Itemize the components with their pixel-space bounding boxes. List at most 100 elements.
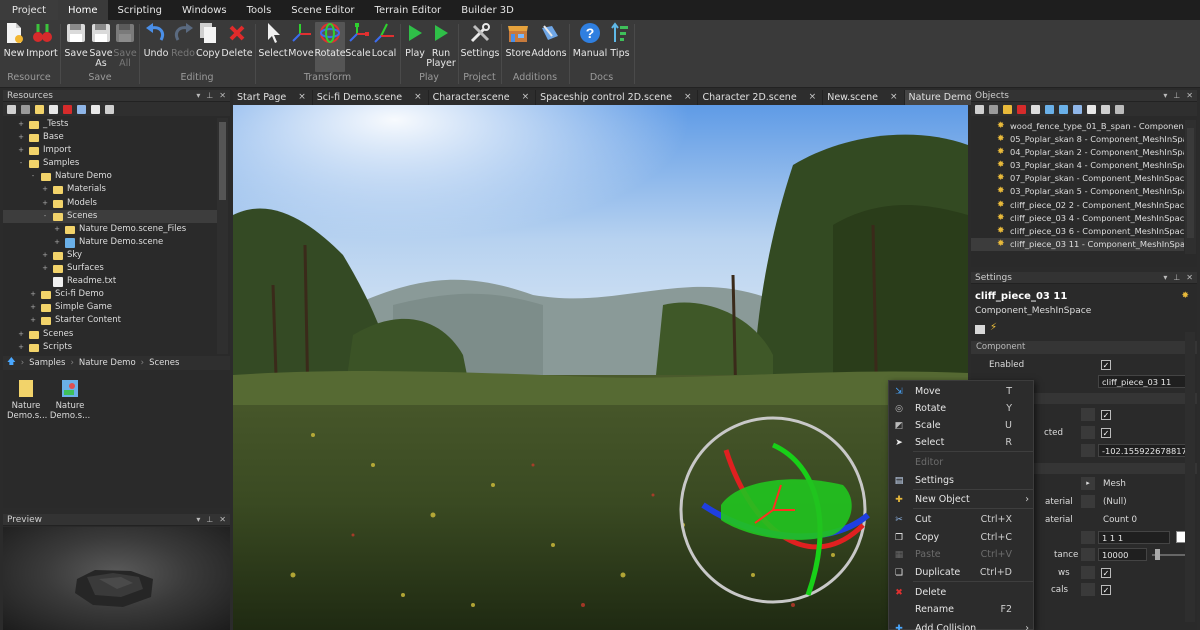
resources-scrollbar[interactable] [217,118,228,354]
expand-icon[interactable]: + [17,328,25,341]
context-menu-item-rotate[interactable]: ◎ Rotate Y [889,400,1035,417]
pin-icon[interactable]: ⊥ [1173,91,1180,100]
context-menu-item-duplicate[interactable]: ❏ Duplicate Ctrl+D [889,564,1035,581]
chevron-down-icon[interactable]: ▾ [196,515,200,524]
tree-item[interactable]: Readme.txt [3,275,217,288]
chevron-down-icon[interactable]: ▾ [196,91,200,100]
new-file-icon[interactable] [49,104,58,114]
tree-item[interactable]: + Models [3,197,217,210]
distance-slider-handle[interactable] [1155,549,1160,560]
object-list-item[interactable]: ✸ cliff_piece_03 6 - Component_MeshInSpac… [971,225,1184,238]
property-button[interactable] [1081,531,1095,544]
chevron-down-icon[interactable]: ▾ [1163,273,1167,282]
tree-item[interactable]: + Sky [3,249,217,262]
object-list-item[interactable]: ✸ cliff_piece_03 4 - Component_MeshInSpac… [971,212,1184,225]
objects-scrollbar[interactable] [1185,120,1196,254]
tab-sci-fi-demo[interactable]: Sci-fi Demo.scene × [312,90,429,105]
expand-icon[interactable]: + [17,144,25,157]
tree-item[interactable]: + _Tests [3,118,217,131]
menu-scripting[interactable]: Scripting [108,0,172,20]
context-menu-item-move[interactable]: ⇲ Move T [889,383,1035,400]
tree-item[interactable]: + Sci-fi Demo [3,288,217,301]
expand-icon[interactable]: + [41,197,49,210]
close-icon[interactable]: × [684,90,692,105]
addons-button[interactable]: Addons [531,22,567,59]
object-list-item[interactable]: ✸ 03_Poplar_skan 4 - Component_MeshInSpac… [971,159,1184,172]
visible-checkbox[interactable]: ✓ [1101,410,1111,420]
new-folder-icon[interactable] [35,104,44,114]
collapse-icon[interactable]: - [29,170,37,183]
close-icon[interactable]: ✕ [219,515,226,524]
property-button[interactable] [1081,495,1095,508]
chevron-down-icon[interactable]: ▾ [1163,91,1167,100]
settings-button[interactable]: Settings [461,22,499,59]
expand-icon[interactable]: + [53,236,61,249]
expand-icon[interactable]: + [29,301,37,314]
context-menu-item-new-object[interactable]: ✚ New Object › [889,491,1035,508]
run-player-button[interactable]: Run Player [426,22,456,69]
context-menu-item-rename[interactable]: Rename F2 [889,601,1035,618]
expand-icon[interactable]: + [53,223,61,236]
tree-item[interactable]: + Import [3,144,217,157]
redo-button[interactable]: Redo [171,22,195,59]
search-icon[interactable] [1115,104,1124,114]
tree-item[interactable]: - Scenes [3,209,217,223]
tree-item[interactable]: + Scripts [3,341,217,354]
new-object-icon[interactable] [1003,104,1012,114]
cut-icon[interactable] [1073,104,1082,114]
menu-windows[interactable]: Windows [172,0,237,20]
import-button[interactable]: Import [26,22,58,59]
delete-button[interactable]: Delete [221,22,253,59]
collapse-icon[interactable]: - [41,210,49,223]
close-icon[interactable]: × [809,90,817,105]
move-button[interactable]: Move [288,22,314,59]
tab-spaceship-control-2d[interactable]: Spaceship control 2D.scene × [536,90,699,105]
property-button[interactable] [1081,408,1095,421]
paste-icon[interactable] [1101,104,1110,114]
context-menu-item-select[interactable]: ➤ Select R [889,434,1035,451]
tips-button[interactable]: Tips [609,22,631,59]
move-down-icon[interactable] [1059,104,1068,114]
name-field[interactable]: cliff_piece_03 11 [1098,375,1192,388]
file-item[interactable]: Nature Demo.s... [7,378,47,421]
breadcrumb-item[interactable]: Nature Demo [79,358,136,368]
tree-item[interactable]: + Simple Game [3,301,217,314]
tree-item[interactable]: + Scenes [3,328,217,341]
expand-icon[interactable]: + [29,288,37,301]
settings-scrollbar[interactable] [1185,332,1195,622]
manual-button[interactable]: ? Manual [573,22,607,59]
events-tab-icon[interactable]: ⚡ [990,322,997,333]
receive-decals-checkbox[interactable]: ✓ [1101,585,1111,595]
close-icon[interactable]: ✕ [1186,91,1193,100]
delete-icon[interactable] [1017,104,1026,114]
delete-icon[interactable] [63,104,72,114]
tab-character[interactable]: Character.scene × [428,90,537,105]
context-menu-item-add-collision[interactable]: ✚ Add Collision › [889,620,1035,630]
context-menu-item-settings[interactable]: ▤ Settings [889,472,1035,489]
property-button[interactable] [1081,426,1095,439]
arrow-icon[interactable] [989,104,998,114]
save-all-button[interactable]: Save All [113,22,137,69]
expand-icon[interactable]: + [41,262,49,275]
tree-item[interactable]: + Starter Content [3,314,217,327]
tree-item[interactable]: + Base [3,131,217,144]
properties-tab-icon[interactable] [975,325,985,334]
tree-item[interactable]: + Materials [3,183,217,196]
menu-builder-3d[interactable]: Builder 3D [451,0,524,20]
breadcrumb-item[interactable]: Samples [29,358,65,368]
close-icon[interactable]: × [522,90,530,105]
paste-icon[interactable] [105,104,114,114]
menu-home[interactable]: Home [58,0,108,20]
context-menu-item-copy[interactable]: ❐ Copy Ctrl+C [889,529,1035,546]
object-list-item[interactable]: ✸ 07_Poplar_skan - Component_MeshInSpace [971,172,1184,185]
new-button[interactable]: New [3,22,25,59]
close-icon[interactable]: ✕ [219,91,226,100]
expand-icon[interactable]: + [17,118,25,131]
property-button[interactable] [1081,583,1095,596]
property-button[interactable] [1081,444,1095,457]
tab-character-2d[interactable]: Character 2D.scene × [698,90,824,105]
distance-field[interactable]: 10000 [1098,548,1147,561]
close-icon[interactable]: × [414,90,422,105]
rotate-button[interactable]: Rotate [314,22,346,72]
object-list-item[interactable]: ✸ cliff_piece_03 11 - Component_MeshInSpa… [971,237,1184,251]
